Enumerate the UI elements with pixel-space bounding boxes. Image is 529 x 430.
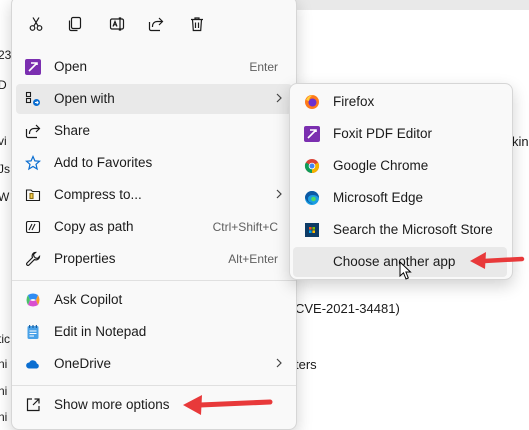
menu-item-label: Edit in Notepad <box>54 324 147 339</box>
bg-fragment: W <box>0 190 10 204</box>
explorer-header-bar <box>290 0 529 10</box>
edge-icon <box>304 190 320 206</box>
bg-fragment: Js <box>0 162 10 176</box>
chevron-right-icon <box>276 93 282 103</box>
menu-item-onedrive[interactable]: OneDrive <box>16 349 292 379</box>
foxit-icon <box>25 59 41 75</box>
menu-item-compress[interactable]: Compress to... <box>16 180 292 210</box>
cut-button[interactable] <box>23 11 49 37</box>
submenu-item-firefox[interactable]: Firefox <box>293 87 507 117</box>
menu-item-ask-copilot[interactable]: Ask Copilot <box>16 285 292 315</box>
rename-icon <box>109 17 125 31</box>
shortcut-text: Alt+Enter <box>228 252 278 266</box>
bg-fragment: CVE-2021-34481) <box>295 301 400 316</box>
menu-item-label: OneDrive <box>54 356 112 371</box>
red-annotation-arrow <box>470 252 525 269</box>
menu-item-edit-in-notepad[interactable]: Edit in Notepad <box>16 317 292 347</box>
submenu-item-label: Microsoft Edge <box>333 190 424 205</box>
scissors-icon <box>29 17 43 31</box>
submenu-item-label: Firefox <box>333 94 375 109</box>
submenu-item-edge[interactable]: Microsoft Edge <box>293 183 507 213</box>
chevron-right-icon <box>276 358 282 368</box>
menu-item-properties[interactable]: Properties Alt+Enter <box>16 244 292 274</box>
menu-item-copy-as-path[interactable]: Copy as path Ctrl+Shift+C <box>16 212 292 242</box>
submenu-item-label: Foxit PDF Editor <box>333 126 433 141</box>
mouse-cursor-icon <box>399 261 412 280</box>
more-options-icon <box>25 397 41 413</box>
red-annotation-arrow <box>183 395 273 415</box>
menu-divider <box>12 280 296 281</box>
menu-divider <box>12 385 296 386</box>
submenu-item-foxit[interactable]: Foxit PDF Editor <box>293 119 507 149</box>
context-menu-toolbar <box>12 5 296 41</box>
delete-button[interactable] <box>184 11 210 37</box>
share-icon <box>25 123 41 139</box>
menu-item-label: Open <box>54 59 88 74</box>
menu-item-label: Show more options <box>54 397 170 412</box>
open-with-icon <box>25 91 41 107</box>
submenu-item-label: Search the Microsoft Store <box>333 222 493 237</box>
copy-icon <box>68 16 82 32</box>
wrench-icon <box>25 251 41 267</box>
bg-fragment: ni <box>0 410 8 424</box>
bg-fragment: ters <box>295 357 317 372</box>
bg-fragment: tic <box>0 332 10 346</box>
bg-fragment: D <box>0 78 7 92</box>
menu-item-label: Ask Copilot <box>54 292 123 307</box>
share-button[interactable] <box>143 11 169 37</box>
chrome-icon <box>304 158 320 174</box>
notepad-icon <box>25 324 41 340</box>
path-icon <box>25 219 41 235</box>
copy-button[interactable] <box>62 11 88 37</box>
zip-folder-icon <box>25 187 41 203</box>
chevron-right-icon <box>276 189 282 199</box>
submenu-item-label: Choose another app <box>333 254 456 269</box>
menu-item-label: Properties <box>54 251 116 266</box>
foxit-icon <box>304 126 320 142</box>
store-icon <box>304 222 320 238</box>
menu-item-open-with[interactable]: Open with <box>16 84 292 114</box>
bg-fragment: 23 <box>0 48 12 62</box>
submenu-item-microsoft-store[interactable]: Search the Microsoft Store <box>293 215 507 245</box>
submenu-item-label: Google Chrome <box>333 158 429 173</box>
cloud-icon <box>25 356 41 372</box>
firefox-icon <box>304 94 320 110</box>
submenu-item-chrome[interactable]: Google Chrome <box>293 151 507 181</box>
rename-button[interactable] <box>104 11 130 37</box>
menu-item-add-to-favorites[interactable]: Add to Favorites <box>16 148 292 178</box>
bg-fragment: vi <box>0 134 7 148</box>
menu-item-label: Copy as path <box>54 219 134 234</box>
menu-item-share[interactable]: Share <box>16 116 292 146</box>
bg-fragment: ni <box>0 357 8 371</box>
trash-icon <box>191 17 203 32</box>
copilot-icon <box>25 292 41 308</box>
share-icon <box>148 17 164 32</box>
menu-item-label: Open with <box>54 91 115 106</box>
menu-item-open[interactable]: Open Enter <box>16 52 292 82</box>
shortcut-text: Ctrl+Shift+C <box>212 220 278 234</box>
shortcut-text: Enter <box>249 60 278 74</box>
bg-fragment: kin <box>512 134 529 149</box>
menu-item-label: Share <box>54 123 91 138</box>
context-menu: Open Enter Open with Share Add to Favori… <box>11 0 297 430</box>
bg-fragment: ni <box>0 384 8 398</box>
menu-item-label: Add to Favorites <box>54 155 153 170</box>
star-icon <box>25 155 41 171</box>
menu-item-label: Compress to... <box>54 187 142 202</box>
